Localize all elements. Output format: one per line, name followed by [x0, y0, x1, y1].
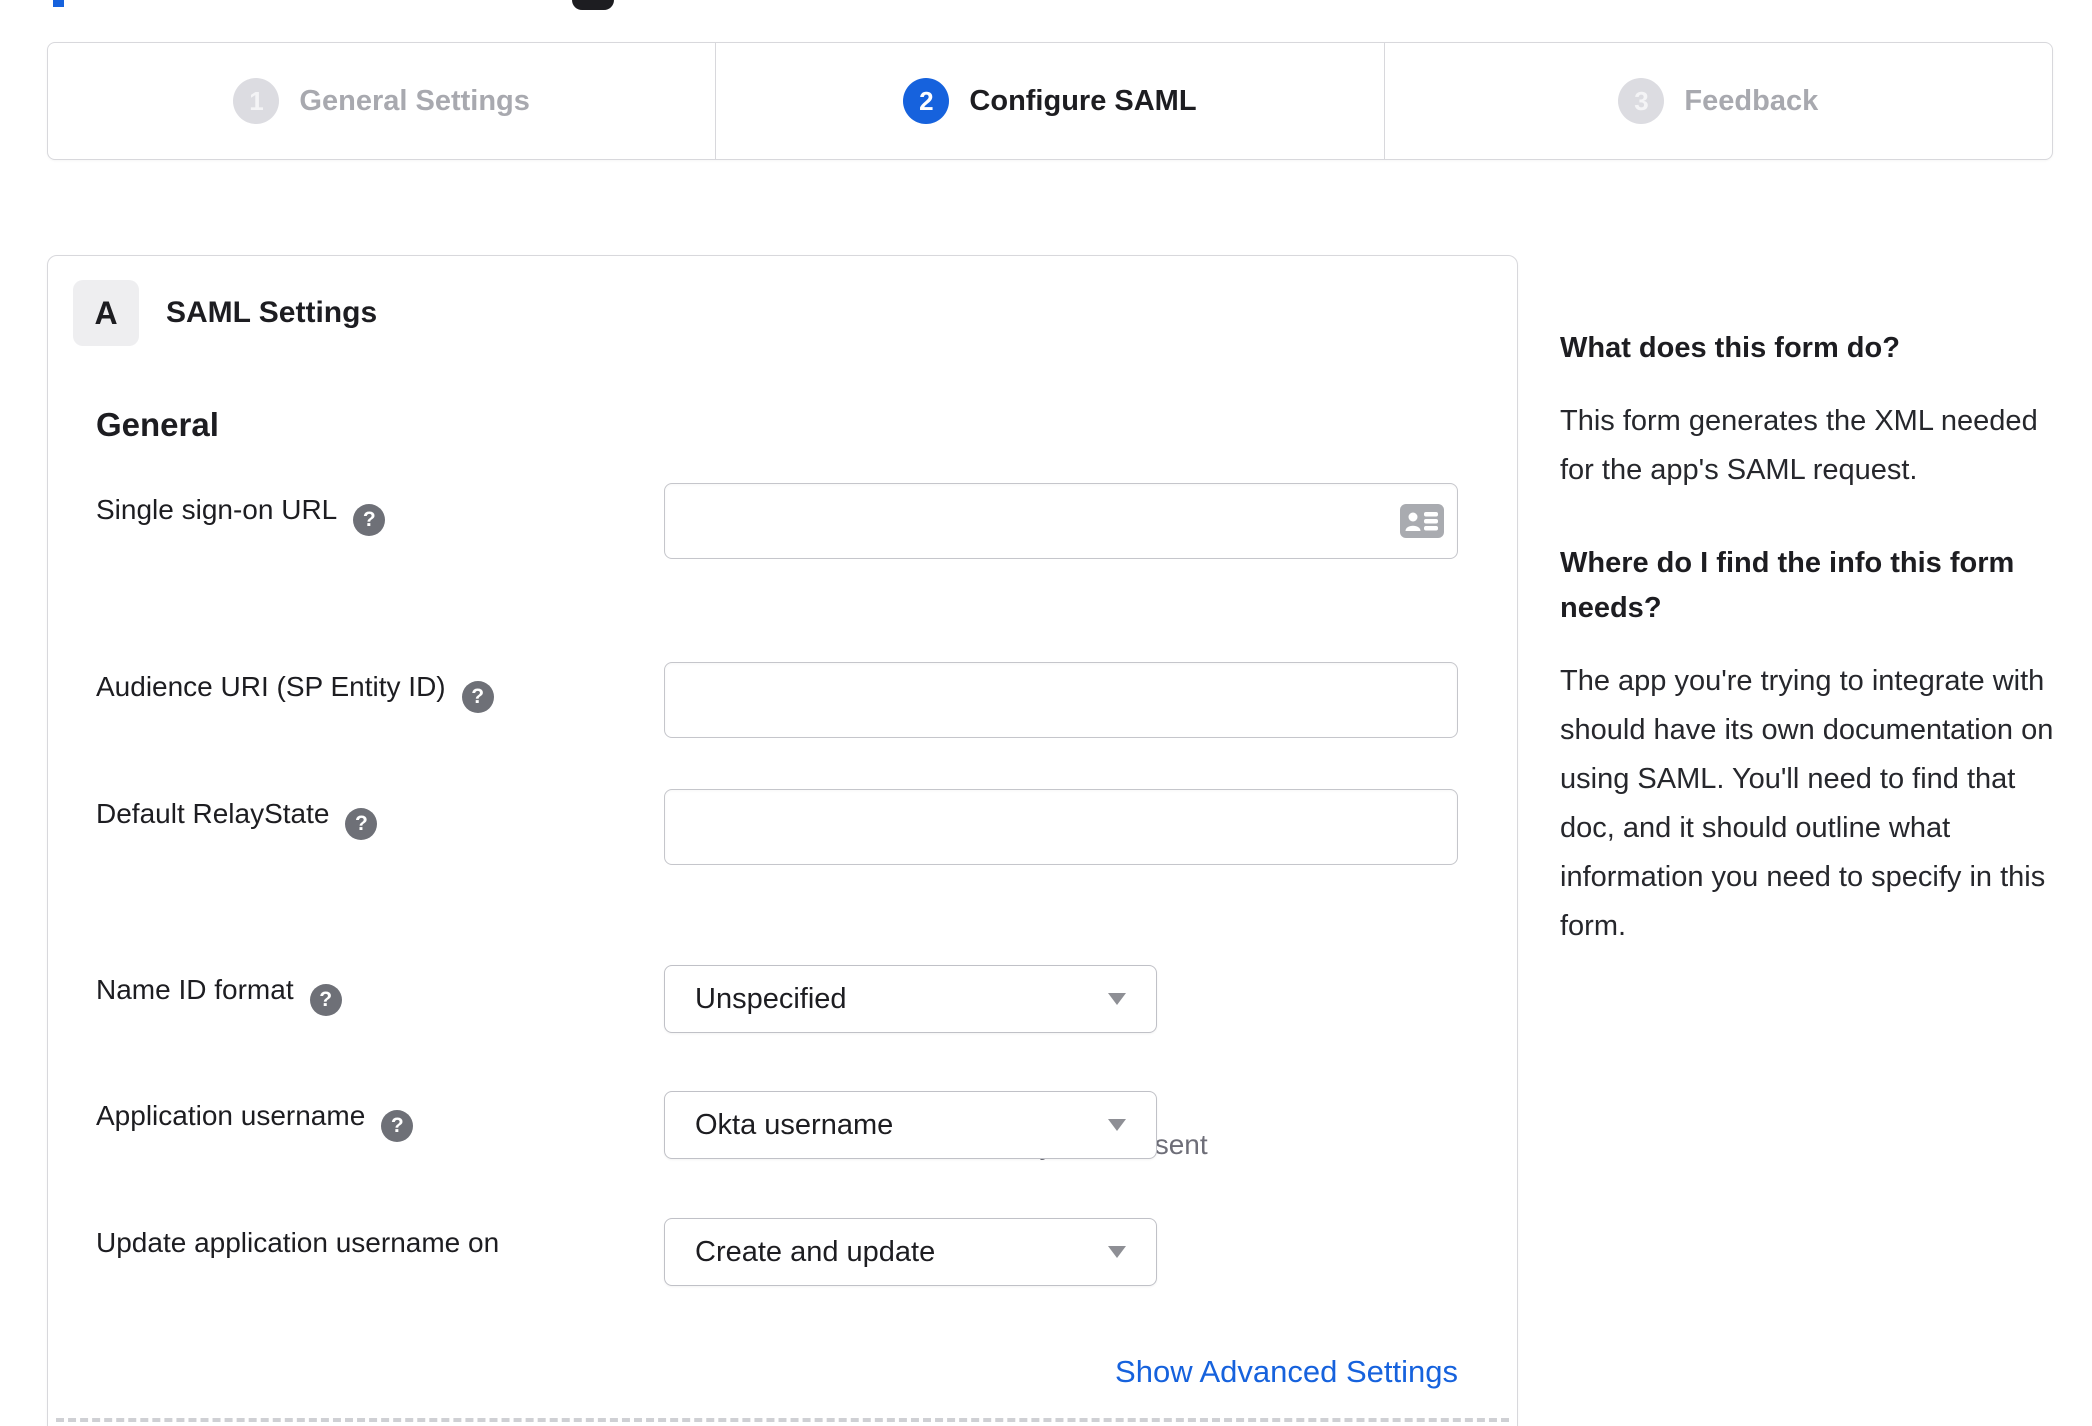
wizard-stepper: 1 General Settings 2 Configure SAML 3 Fe… — [47, 42, 2053, 160]
step-general-settings[interactable]: 1 General Settings — [48, 43, 715, 159]
help-icon[interactable]: ? — [461, 681, 494, 713]
sidebar-body-what: This form generates the XML needed for t… — [1560, 405, 2038, 486]
selected-value: Okta username — [695, 1108, 894, 1141]
section-dashed-divider — [56, 1418, 1509, 1422]
help-sidebar: What does this form do? This form genera… — [1560, 326, 2065, 997]
step-number-badge: 3 — [1618, 78, 1665, 124]
step-label: General Settings — [299, 84, 530, 117]
help-icon[interactable]: ? — [309, 984, 342, 1016]
general-heading: General — [96, 406, 219, 443]
contact-card-icon[interactable] — [1400, 504, 1444, 538]
relay-state-input[interactable] — [664, 789, 1458, 865]
name-id-format-label: Name ID format? — [96, 974, 342, 1016]
app-logo-fragment — [572, 0, 614, 10]
sidebar-body-where: The app you're trying to integrate with … — [1560, 665, 2054, 942]
sso-url-label: Single sign-on URL? — [96, 494, 386, 536]
screen: 1 General Settings 2 Configure SAML 3 Fe… — [0, 0, 2092, 1426]
step-label: Configure SAML — [969, 84, 1197, 117]
update-username-select[interactable]: Create and update — [664, 1218, 1157, 1286]
step-configure-saml[interactable]: 2 Configure SAML — [715, 43, 1383, 159]
help-icon[interactable]: ? — [381, 1110, 414, 1142]
application-username-label: Application username? — [96, 1100, 414, 1142]
update-username-label: Update application username on — [96, 1227, 500, 1258]
name-id-format-select[interactable]: Unspecified — [664, 965, 1157, 1033]
chevron-down-icon — [1108, 1119, 1126, 1131]
selected-value: Create and update — [695, 1235, 936, 1268]
chevron-down-icon — [1108, 1246, 1126, 1258]
application-username-select[interactable]: Okta username — [664, 1091, 1157, 1159]
audience-uri-label: Audience URI (SP Entity ID)? — [96, 671, 494, 713]
help-icon[interactable]: ? — [345, 808, 378, 840]
show-advanced-settings-link[interactable]: Show Advanced Settings — [664, 1354, 1458, 1390]
section-letter-badge: A — [73, 280, 139, 346]
chevron-down-icon — [1108, 993, 1126, 1005]
sso-url-input[interactable] — [664, 483, 1458, 559]
sidebar-heading-where: Where do I find the info this form needs… — [1560, 547, 2015, 624]
selected-value: Unspecified — [695, 982, 847, 1015]
step-label: Feedback — [1684, 84, 1819, 117]
audience-uri-input[interactable] — [664, 662, 1458, 738]
panel-title: SAML Settings — [166, 296, 378, 329]
saml-settings-panel: A SAML Settings General Single sign-on U… — [47, 255, 1518, 1426]
step-feedback[interactable]: 3 Feedback — [1383, 43, 2052, 159]
sidebar-heading-what: What does this form do? — [1560, 332, 1900, 364]
page-title-fragment — [53, 0, 64, 7]
relay-state-label: Default RelayState? — [96, 798, 378, 840]
help-icon[interactable]: ? — [353, 504, 386, 536]
step-number-badge: 2 — [903, 78, 950, 124]
step-number-badge: 1 — [233, 78, 280, 124]
